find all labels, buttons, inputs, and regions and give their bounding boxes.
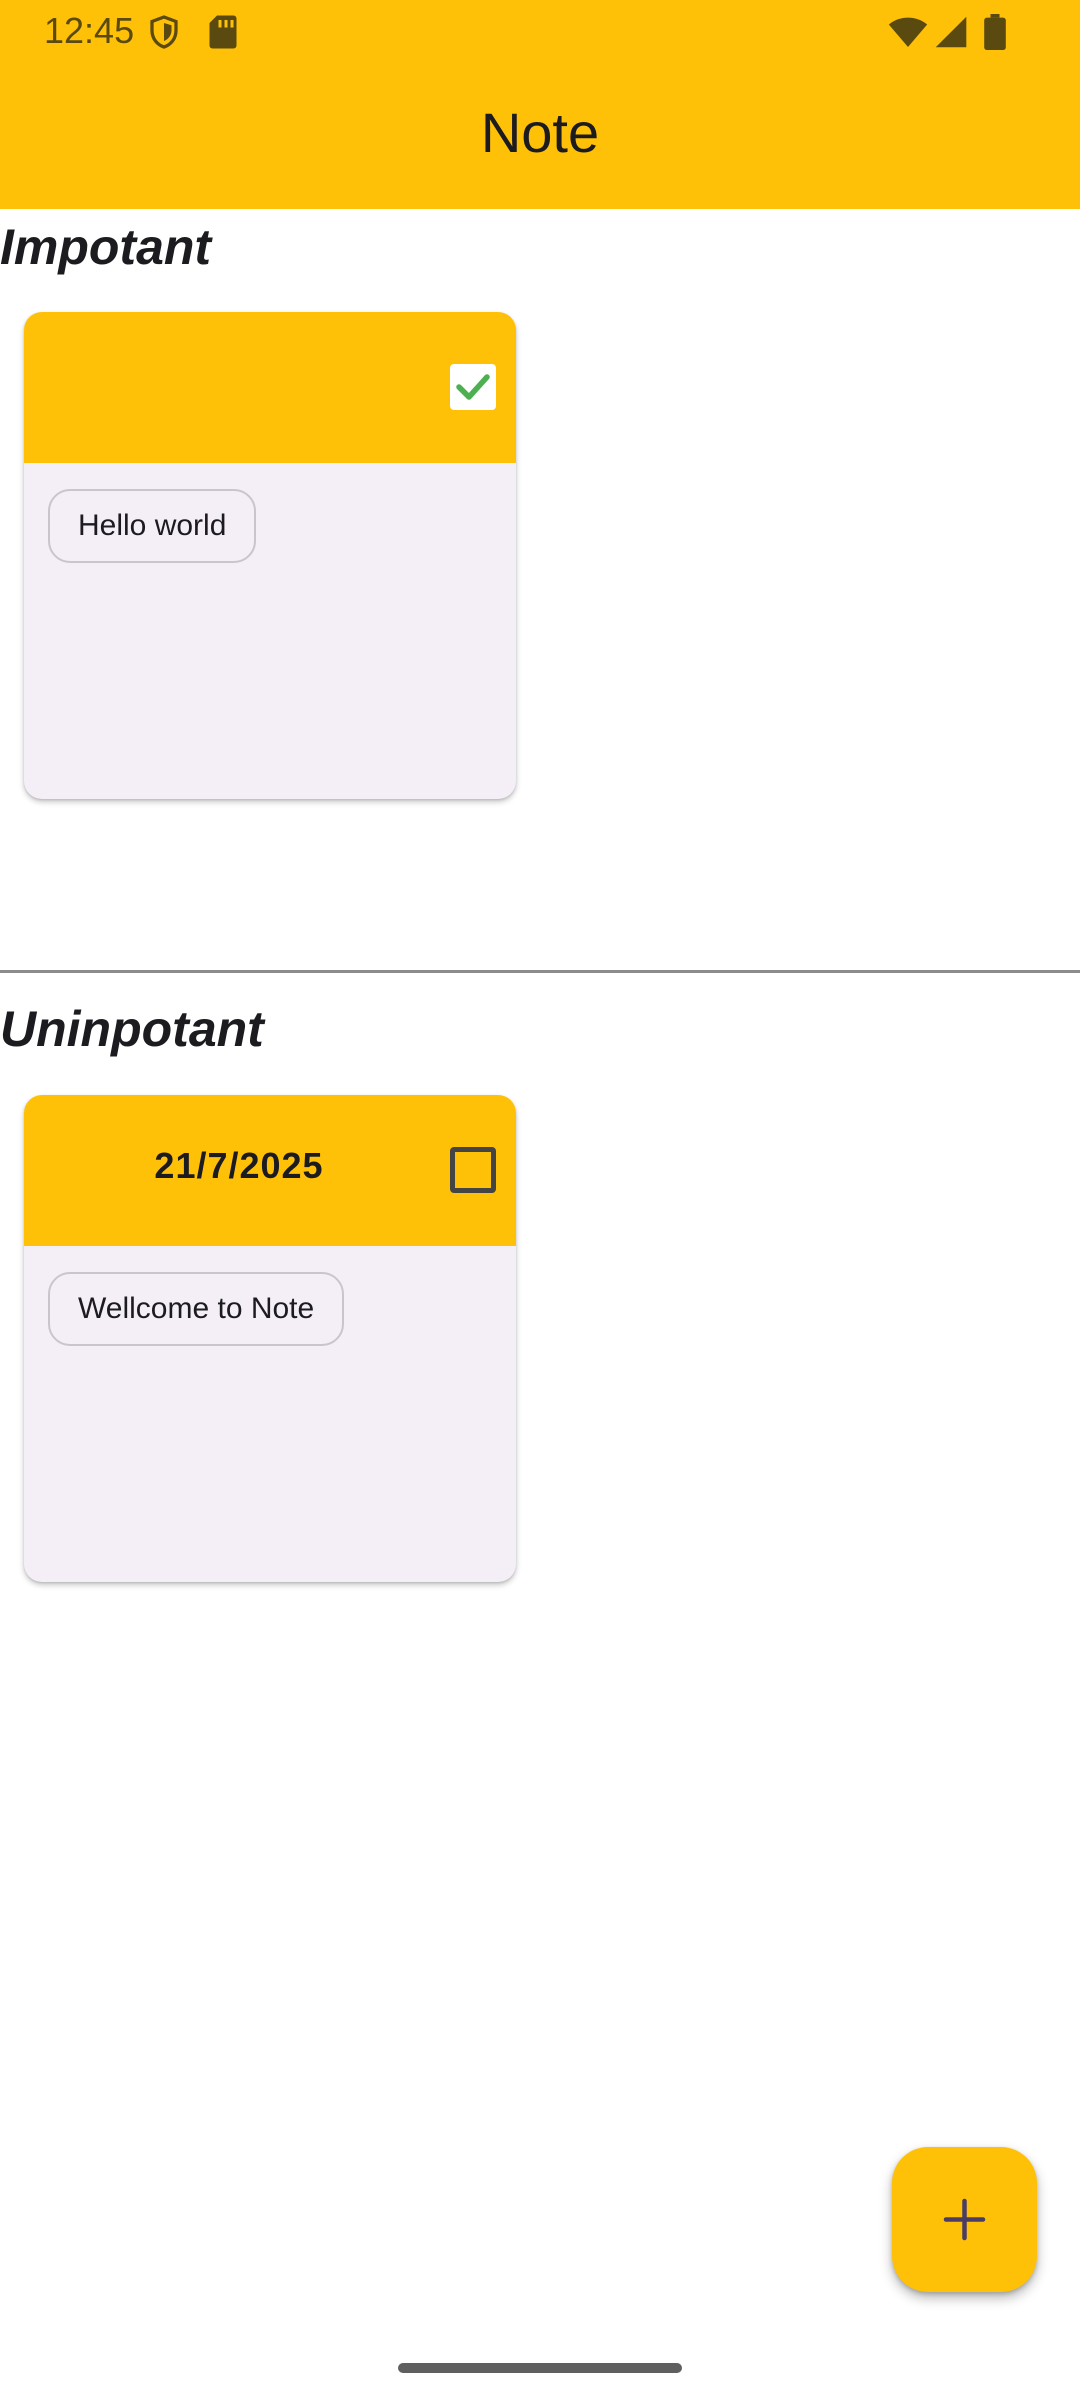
note-content-chip[interactable]: Hello world (48, 489, 257, 563)
important-checkbox[interactable] (450, 364, 496, 410)
app-title: Note (480, 101, 600, 164)
note-card[interactable]: 21/7/2025 Wellcome to Note (24, 1095, 516, 1582)
note-card[interactable]: Hello world (24, 312, 516, 799)
checkmark-icon (456, 374, 490, 400)
section-title-important: Impotant (0, 219, 212, 275)
note-card-header (24, 312, 516, 463)
status-bar: 12:45 (0, 0, 1080, 62)
note-card-header: 21/7/2025 (24, 1095, 516, 1246)
plus-icon (943, 2198, 986, 2241)
note-date: 21/7/2025 (154, 1145, 324, 1186)
section-title-unimportant: Uninpotant (0, 1001, 264, 1057)
status-time: 12:45 (44, 10, 135, 51)
home-indicator[interactable] (398, 2363, 682, 2373)
app-bar: 12:45 Note (0, 0, 1080, 209)
shield-icon (146, 14, 182, 55)
important-checkbox[interactable] (450, 1147, 496, 1193)
add-note-button[interactable] (892, 2147, 1037, 2292)
cellular-signal-icon (934, 14, 968, 55)
battery-icon (984, 14, 1006, 55)
sd-card-icon (208, 14, 238, 55)
section-divider (0, 970, 1080, 973)
wifi-icon (888, 14, 928, 55)
note-content-chip[interactable]: Wellcome to Note (48, 1272, 345, 1346)
